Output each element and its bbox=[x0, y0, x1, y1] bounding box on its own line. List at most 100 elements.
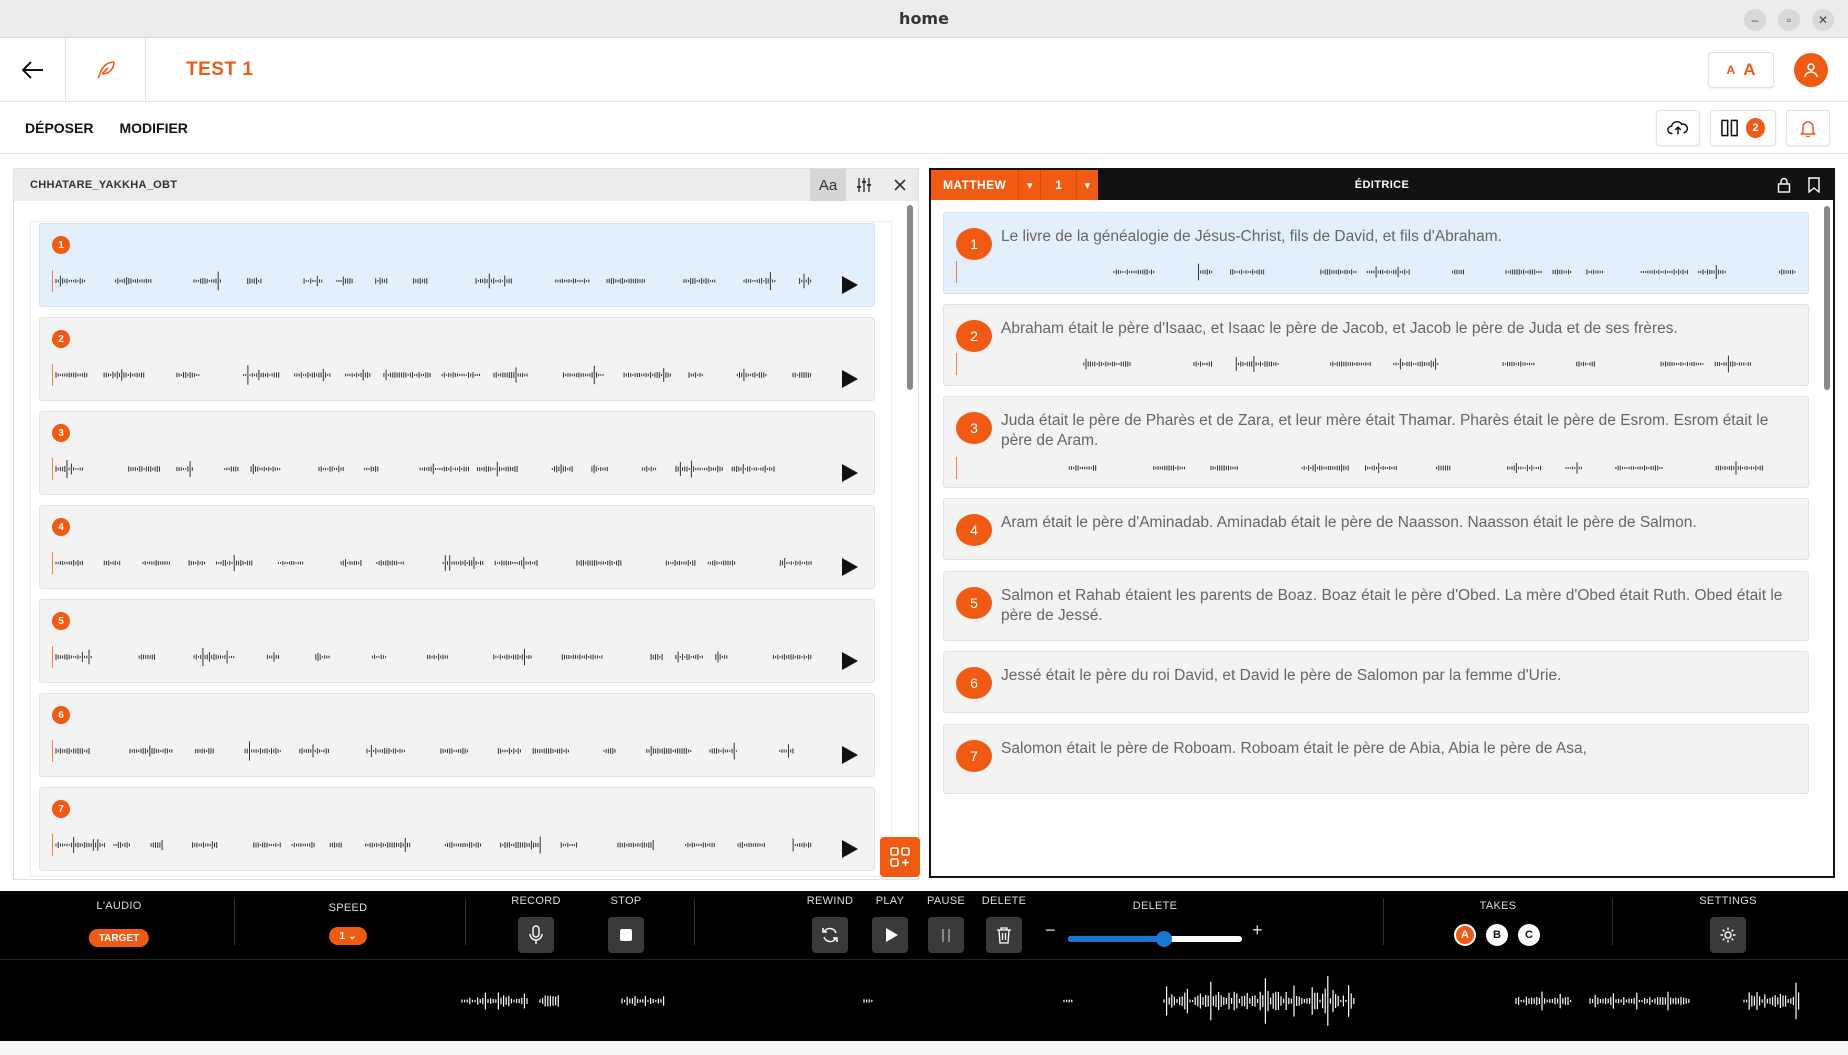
record-button[interactable] bbox=[518, 917, 554, 953]
target-panel-header: MATTHEW ▾ 1 ▾ ÉDITRICE bbox=[931, 170, 1833, 200]
verse-waveform[interactable] bbox=[52, 646, 812, 668]
audio-target-pill[interactable]: TARGET bbox=[88, 929, 150, 947]
rewind-button[interactable] bbox=[812, 917, 848, 953]
target-verse-card[interactable]: 7 Salomon était le père de Roboam. Roboam… bbox=[943, 724, 1809, 794]
verse-text[interactable]: Abraham était le père d'Isaac, et Isaac … bbox=[1001, 319, 1794, 339]
lock-button[interactable] bbox=[1769, 170, 1799, 200]
microphone-icon bbox=[529, 925, 543, 944]
close-window-icon[interactable]: ✕ bbox=[1812, 9, 1834, 31]
verse-waveform[interactable] bbox=[956, 457, 1796, 479]
verse-waveform[interactable] bbox=[52, 458, 812, 480]
source-verse-card[interactable]: 6 bbox=[39, 693, 875, 777]
source-verse-card[interactable]: 1 bbox=[39, 223, 875, 307]
target-verse-card[interactable]: 6 Jessé était le père du roi David, et Da… bbox=[943, 651, 1809, 713]
play-icon[interactable] bbox=[842, 652, 858, 670]
take-c-button[interactable]: C bbox=[1518, 924, 1540, 946]
verse-waveform[interactable] bbox=[52, 834, 812, 856]
stop-button[interactable] bbox=[608, 917, 644, 953]
trash-icon bbox=[997, 927, 1011, 944]
book-selector[interactable]: MATTHEW bbox=[931, 170, 1019, 200]
volume-minus-icon[interactable]: − bbox=[1045, 920, 1056, 941]
menu-item-deposer[interactable]: DÉPOSER bbox=[25, 120, 93, 136]
verse-text[interactable]: Salomon était le père de Roboam. Roboam … bbox=[1001, 739, 1794, 759]
play-icon[interactable] bbox=[842, 840, 858, 858]
verse-text[interactable]: Salmon et Rahab étaient les parents de B… bbox=[1001, 586, 1794, 626]
play-icon[interactable] bbox=[842, 464, 858, 482]
book-chevron-down-icon[interactable]: ▾ bbox=[1018, 170, 1041, 200]
play-icon[interactable] bbox=[842, 746, 858, 764]
play-icon[interactable] bbox=[842, 370, 858, 388]
pause-button[interactable] bbox=[928, 917, 964, 953]
verse-waveform[interactable] bbox=[52, 364, 812, 386]
source-scrollbar[interactable] bbox=[907, 205, 913, 390]
target-panel-title: ÉDITRICE bbox=[1354, 179, 1410, 191]
bookmark-button[interactable] bbox=[1799, 170, 1829, 200]
stop-label: STOP bbox=[610, 895, 642, 907]
user-avatar[interactable] bbox=[1794, 53, 1828, 87]
verse-number-badge: 7 bbox=[52, 800, 70, 818]
settings-label: SETTINGS bbox=[1699, 895, 1757, 907]
user-icon bbox=[1804, 63, 1818, 78]
target-verse-card[interactable]: 4 Aram était le père d'Aminadab. Aminadab… bbox=[943, 498, 1809, 560]
verse-number-badge: 3 bbox=[52, 424, 70, 442]
verse-text[interactable]: Le livre de la généalogie de Jésus-Chris… bbox=[1001, 227, 1794, 247]
verse-number-badge: 1 bbox=[52, 236, 70, 254]
take-a-button[interactable]: A bbox=[1454, 924, 1476, 946]
verse-text[interactable]: Jessé était le père du roi David, et Dav… bbox=[1001, 666, 1794, 686]
source-verse-card[interactable]: 7 bbox=[39, 787, 875, 871]
sliders-button[interactable] bbox=[846, 169, 882, 201]
verse-number-badge: 6 bbox=[956, 667, 992, 699]
notifications-button[interactable] bbox=[1786, 110, 1830, 146]
refresh-icon bbox=[822, 927, 838, 943]
delete-button[interactable] bbox=[986, 917, 1022, 953]
target-verse-card[interactable]: 5 Salmon et Rahab étaient les parents de … bbox=[943, 571, 1809, 641]
source-verse-card[interactable]: 3 bbox=[39, 411, 875, 495]
verse-text[interactable]: Juda était le père de Pharès et de Zara,… bbox=[1001, 411, 1794, 451]
maximize-icon[interactable]: ▫ bbox=[1778, 9, 1800, 31]
rewind-label: REWIND bbox=[806, 895, 854, 907]
volume-slider[interactable] bbox=[1068, 931, 1242, 947]
settings-button[interactable] bbox=[1710, 917, 1746, 953]
grid-add-icon bbox=[890, 847, 910, 867]
back-button[interactable] bbox=[0, 37, 66, 102]
menu-item-modifier[interactable]: MODIFIER bbox=[119, 120, 187, 136]
main-waveform[interactable] bbox=[0, 959, 1848, 1041]
verse-waveform[interactable] bbox=[956, 353, 1796, 375]
upload-button[interactable] bbox=[1656, 110, 1700, 146]
audio-label: L'AUDIO bbox=[96, 900, 142, 912]
target-scrollbar[interactable] bbox=[1824, 206, 1830, 390]
add-marker-button[interactable] bbox=[880, 837, 920, 877]
verse-waveform[interactable] bbox=[52, 270, 812, 292]
minimize-icon[interactable]: – bbox=[1744, 9, 1766, 31]
source-verse-card[interactable]: 2 bbox=[39, 317, 875, 401]
font-small-label: A bbox=[1726, 63, 1736, 77]
delete-label: DELETE bbox=[981, 895, 1027, 907]
target-verse-card[interactable]: 2 Abraham était le père d'Isaac, et Isaac… bbox=[943, 304, 1809, 386]
chapter-chevron-down-icon[interactable]: ▾ bbox=[1075, 170, 1098, 200]
volume-slider-thumb[interactable] bbox=[1155, 931, 1172, 947]
verse-number-badge: 5 bbox=[52, 612, 70, 630]
target-verse-card[interactable]: 3 Juda était le père de Pharès et de Zara… bbox=[943, 396, 1809, 488]
play-icon[interactable] bbox=[842, 558, 858, 576]
source-panel-header: CHHATARE_YAKKHA_OBT Aa bbox=[14, 169, 918, 201]
speed-selector[interactable]: 1 ⌄ bbox=[329, 927, 367, 945]
font-size-button[interactable]: A A bbox=[1708, 52, 1774, 88]
volume-plus-icon[interactable]: + bbox=[1252, 920, 1263, 941]
record-label: RECORD bbox=[511, 895, 561, 907]
target-verse-card[interactable]: 1 Le livre de la généalogie de Jésus-Chri… bbox=[943, 212, 1809, 294]
font-tool-button[interactable]: Aa bbox=[810, 169, 846, 201]
source-verse-card[interactable]: 4 bbox=[39, 505, 875, 589]
verse-number-badge: 5 bbox=[956, 587, 992, 619]
play-icon[interactable] bbox=[842, 276, 858, 294]
source-verse-card[interactable]: 5 bbox=[39, 599, 875, 683]
verse-waveform[interactable] bbox=[52, 552, 812, 574]
close-panel-button[interactable] bbox=[882, 169, 918, 201]
chapter-selector[interactable]: 1 bbox=[1040, 170, 1076, 200]
verse-text[interactable]: Aram était le père d'Aminadab. Aminadab … bbox=[1001, 513, 1794, 533]
pause-icon bbox=[942, 928, 950, 942]
verse-waveform[interactable] bbox=[52, 740, 812, 762]
play-button[interactable] bbox=[872, 917, 908, 953]
take-b-button[interactable]: B bbox=[1486, 924, 1508, 946]
columns-button[interactable]: 2 bbox=[1710, 110, 1776, 146]
verse-waveform[interactable] bbox=[956, 261, 1796, 283]
